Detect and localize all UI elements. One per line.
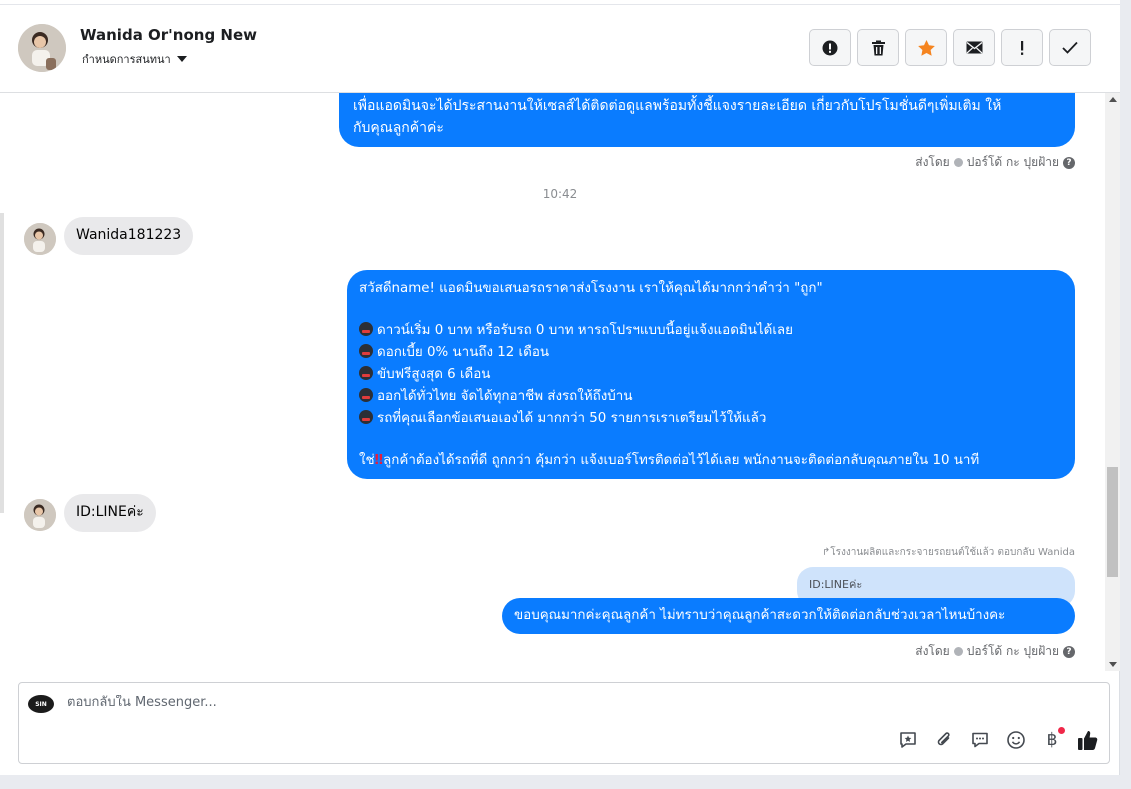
message-thread: เพื่อแอดมินจะได้ประสานงานให้เซลส์ได้ติดต… — [0, 93, 1105, 671]
checkmark-icon — [1062, 41, 1078, 54]
promo-line: รถที่คุณเลือกข้อเสนอเองได้ มากกว่า 50 รา… — [359, 408, 1063, 430]
contact-avatar[interactable] — [18, 24, 66, 72]
sent-by-info: ส่งโดย ปอร์โด้ กะ ปุยฝ้าย ? — [915, 642, 1075, 661]
message-outgoing[interactable]: ขอบคุณมากค่ะคุณลูกค้า ไม่ทราบว่าคุณลูกค้… — [502, 598, 1075, 634]
payment-button[interactable]: ฿ — [1041, 727, 1065, 751]
promo-line: ออกได้ทั่วไทย จัดได้ทุกอาชีพ ส่งรถให้ถึง… — [359, 386, 1063, 408]
emoji-button[interactable] — [1005, 729, 1027, 751]
message-text: ดอกเบี้ย 0% นานถึง 12 เดือน — [377, 345, 550, 360]
verified-icon — [953, 158, 963, 167]
help-icon[interactable]: ? — [1063, 645, 1075, 658]
message-text: ลูกค้าต้องได้รถที่ดี ถูกกว่า คุ้มกว่า แจ… — [383, 453, 980, 468]
saved-reply-button[interactable] — [897, 729, 919, 751]
sender-name: ปอร์โด้ กะ ปุยฝ้าย — [966, 644, 1059, 658]
car-emoji-icon — [359, 388, 373, 402]
thread-scrollbar[interactable] — [1105, 93, 1120, 671]
message-text: ออกได้ทั่วไทย จัดได้ทุกอาชีพ ส่งรถให้ถึง… — [377, 389, 633, 404]
message-text: สวัสดีname! แอดมินขอเสนอรถราคาส่งโรงงาน … — [359, 281, 823, 296]
report-button[interactable] — [809, 29, 851, 66]
report-icon — [822, 40, 838, 55]
like-button[interactable] — [1077, 729, 1099, 751]
contact-avatar-small[interactable] — [24, 223, 56, 255]
promo-line: ขับฟรีสูงสุด 6 เดือน — [359, 364, 1063, 386]
sent-by-label: ส่งโดย — [915, 155, 950, 169]
notification-dot — [1058, 727, 1065, 734]
verified-icon — [953, 647, 963, 656]
reply-composer: SIN ฿ — [18, 682, 1110, 764]
paperclip-icon — [937, 732, 950, 746]
emoji-icon — [1007, 731, 1025, 749]
conversation-label-text: กำหนดการสนทนา — [82, 53, 171, 66]
reply-context: ↱โรงงานผลิตและกระจายรถยนต์ใช้แล้ว ตอบกลั… — [821, 547, 1075, 558]
conversation-label-dropdown[interactable]: กำหนดการสนทนา — [82, 50, 187, 68]
car-emoji-icon — [359, 322, 373, 336]
message-outgoing[interactable]: สวัสดีname! แอดมินขอเสนอรถราคาส่งโรงงาน … — [347, 270, 1075, 479]
contact-name: Wanida Or'nong New — [80, 26, 257, 44]
follow-up-button[interactable] — [1001, 29, 1043, 66]
comment-button[interactable] — [969, 729, 991, 751]
quoted-text: ID:LINEค่ะ — [809, 578, 863, 591]
message-text: รถที่คุณเลือกข้อเสนอเองได้ มากกว่า 50 รา… — [377, 411, 767, 426]
delete-button[interactable] — [857, 29, 899, 66]
message-text: ขอบคุณมากค่ะคุณลูกค้า ไม่ทราบว่าคุณลูกค้… — [514, 608, 1006, 623]
star-button[interactable] — [905, 29, 947, 66]
car-emoji-icon — [359, 366, 373, 380]
message-incoming[interactable]: ID:LINEค่ะ — [64, 494, 156, 532]
message-text: ขับฟรีสูงสุด 6 เดือน — [377, 367, 491, 382]
sender-name: ปอร์โด้ กะ ปุยฝ้าย — [966, 155, 1059, 169]
messenger-panel: Wanida Or'nong New กำหนดการสนทนา เพื่อแอ… — [0, 0, 1120, 775]
reply-input[interactable] — [67, 695, 767, 710]
promo-line: ใช่‼ลูกค้าต้องได้รถที่ดี ถูกกว่า คุ้มกว่… — [359, 450, 1063, 472]
message-incoming[interactable]: Wanida181223 — [64, 217, 194, 255]
sent-by-label: ส่งโดย — [915, 644, 950, 658]
sent-by-info: ส่งโดย ปอร์โด้ กะ ปุยฝ้าย ? — [915, 153, 1075, 172]
attach-button[interactable] — [933, 729, 955, 751]
message-text: กับคุณลูกค้าค่ะ — [353, 120, 444, 136]
saved-reply-icon — [900, 732, 916, 748]
scroll-up-arrow[interactable] — [1109, 97, 1117, 102]
speech-bubble-icon — [972, 732, 988, 748]
message-text: ใช่ — [359, 453, 375, 468]
promo-line: ดอกเบี้ย 0% นานถึง 12 เดือน — [359, 342, 1063, 364]
help-icon[interactable]: ? — [1063, 156, 1075, 169]
double-exclamation-icon: ‼ — [374, 453, 384, 468]
mark-done-button[interactable] — [1049, 29, 1091, 66]
car-emoji-icon — [359, 410, 373, 424]
page-logo: SIN — [28, 695, 54, 713]
message-text: Wanida181223 — [76, 227, 182, 243]
caret-down-icon — [176, 56, 187, 62]
message-text: ดาวน์เริ่ม 0 บาท หรือรับรถ 0 บาท หารถโปร… — [377, 323, 793, 338]
scroll-down-arrow[interactable] — [1109, 662, 1117, 667]
trash-icon — [871, 40, 885, 55]
exclamation-icon — [1021, 40, 1024, 55]
scrollbar-thumb[interactable] — [1107, 467, 1118, 577]
composer-tools: ฿ — [897, 727, 1099, 751]
page-logo-text: SIN — [35, 700, 47, 708]
thumbs-up-icon — [1078, 731, 1098, 750]
message-text: ID:LINEค่ะ — [76, 504, 144, 520]
promo-line: ดาวน์เริ่ม 0 บาท หรือรับรถ 0 บาท หารถโปร… — [359, 320, 1063, 342]
contact-avatar-small[interactable] — [24, 499, 56, 531]
message-outgoing[interactable]: เพื่อแอดมินจะได้ประสานงานให้เซลส์ได้ติดต… — [339, 93, 1075, 147]
car-emoji-icon — [359, 344, 373, 358]
timestamp: 10:42 — [542, 187, 578, 201]
divider — [0, 4, 1120, 5]
conversation-header: Wanida Or'nong New กำหนดการสนทนา — [0, 0, 1120, 93]
star-icon — [917, 39, 935, 56]
mark-unread-button[interactable] — [953, 29, 995, 66]
envelope-icon — [966, 41, 982, 54]
baht-icon: ฿ — [1046, 730, 1058, 750]
message-text: เพื่อแอดมินจะได้ประสานงานให้เซลส์ได้ติดต… — [353, 98, 1002, 114]
header-actions — [809, 29, 1091, 66]
thread-edge — [0, 213, 4, 513]
